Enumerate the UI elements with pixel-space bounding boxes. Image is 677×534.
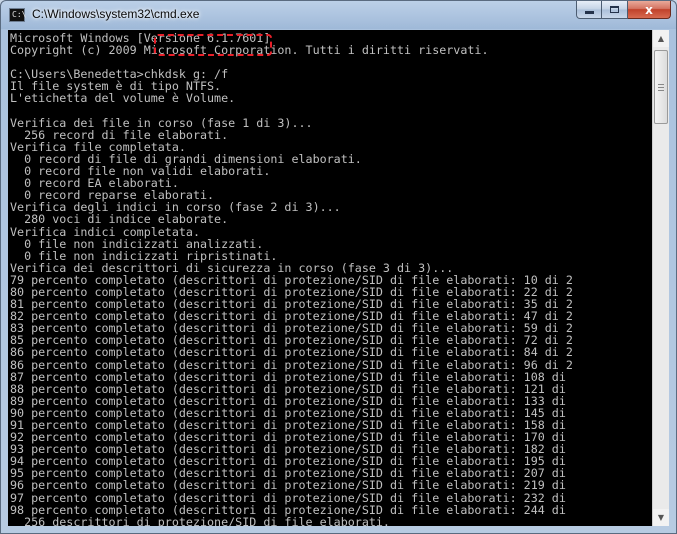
minimize-icon [584, 11, 594, 14]
console-output[interactable]: Microsoft Windows [Versione 6.1.7601] Co… [8, 30, 652, 526]
scroll-down-arrow-icon: ▼ [657, 513, 665, 522]
console-text: Microsoft Windows [Versione 6.1.7601] Co… [8, 30, 652, 526]
scroll-up-button[interactable]: ▲ [653, 30, 669, 47]
scrollbar-thumb[interactable] [654, 50, 668, 124]
vertical-scrollbar[interactable]: ▲ ▼ [652, 30, 669, 526]
window-controls: x [576, 1, 671, 20]
console-line: L'etichetta del volume è Volume. [10, 91, 236, 106]
maximize-icon [610, 6, 619, 13]
grip-line [658, 90, 664, 91]
minimize-button[interactable] [576, 1, 602, 19]
scroll-up-arrow-icon: ▲ [657, 34, 665, 43]
title-bar[interactable]: C:\ C:\Windows\system32\cmd.exe x [1, 1, 676, 29]
app-icon-glyph: C:\ [12, 10, 27, 19]
grip-line [658, 84, 664, 85]
maximize-button[interactable] [602, 1, 628, 19]
console-line: 256 descrittori di protezione/SID di fil… [10, 514, 390, 526]
grip-line [658, 87, 664, 88]
cmd-app-icon[interactable]: C:\ [9, 8, 27, 22]
close-button[interactable]: x [628, 1, 671, 19]
console-line: Copyright (c) 2009 Microsoft Corporation… [10, 43, 489, 58]
close-icon: x [645, 2, 653, 17]
cmd-window: C:\ C:\Windows\system32\cmd.exe x Micros… [0, 0, 677, 534]
window-title: C:\Windows\system32\cmd.exe [32, 7, 200, 21]
scroll-down-button[interactable]: ▼ [653, 509, 669, 526]
